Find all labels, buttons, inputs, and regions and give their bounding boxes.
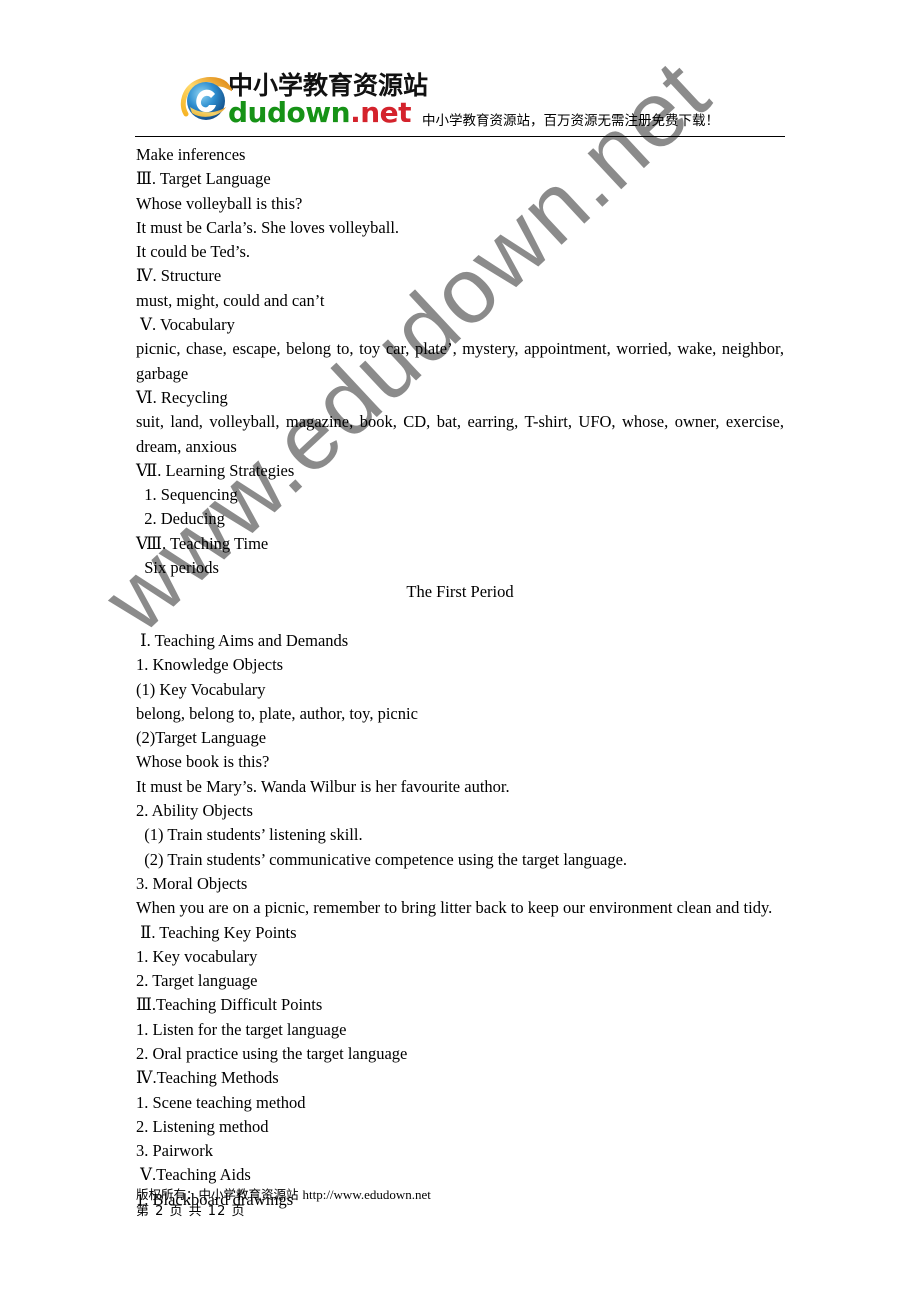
section-heading: The First Period — [406, 582, 514, 602]
text-line: must, might, could and can’t — [136, 290, 325, 310]
document-body: Make inferences Ⅲ. Target Language Whose v… — [136, 143, 784, 1212]
text-line: It must be Carla’s. She loves volleyball… — [136, 217, 400, 237]
text-line: 1. Sequencing — [136, 485, 238, 505]
footer-page-indicator: 第 2 页 共 12 页 — [136, 1204, 246, 1219]
text-line: (1) Train students’ listening skill. — [136, 825, 363, 845]
text-line: Whose book is this? — [136, 752, 270, 772]
text-line: 1. Knowledge Objects — [136, 655, 284, 675]
text-line — [136, 605, 784, 629]
footer-copyright: 版权所有：中小学教育资源站 http://www.edudown.net — [136, 1186, 431, 1203]
header-divider — [135, 136, 785, 137]
logo-wordmark: 中小学教育资源站 dudown. net — [228, 73, 428, 127]
footer-site-url: http://www.edudown.net — [302, 1187, 431, 1202]
text-line: Ⅷ. Teaching Time — [136, 533, 269, 553]
document-page: www.edudown.net 中小学教育资源站 dudown . net 中小… — [0, 0, 920, 1302]
header-tagline: 中小学教育资源站，百万资源无需注册免费下载！ — [422, 113, 719, 129]
text-line: 2. Ability Objects — [136, 801, 253, 821]
text-line: suit, land, volleyball, magazine, book, … — [136, 412, 784, 456]
text-line: 3. Moral Objects — [136, 873, 248, 893]
text-line: 2. Listening method — [136, 1116, 269, 1136]
text-line: Whose volleyball is this? — [136, 193, 303, 213]
text-line: Ⅰ. Teaching Aims and Demands — [136, 630, 349, 650]
logo-chinese-text: 中小学教育资源站 — [228, 71, 429, 100]
text-line: Six periods — [136, 558, 219, 578]
site-logo: 中小学教育资源站 dudown. net — [180, 69, 428, 131]
text-line: (1) Key Vocabulary — [136, 679, 266, 699]
text-line: 3. Pairwork — [136, 1141, 213, 1161]
logo-latin-dot: . — [350, 96, 361, 129]
text-line: 1. Listen for the target language — [136, 1019, 347, 1039]
text-line: picnic, chase, escape, belong to, toy ca… — [136, 339, 784, 383]
text-line: 1. Scene teaching method — [136, 1092, 306, 1112]
text-line: 2. Deducing — [136, 509, 225, 529]
text-line: Ⅲ. Target Language — [136, 169, 271, 189]
text-line: It could be Ted’s. — [136, 242, 251, 262]
text-line: Ⅴ. Vocabulary — [136, 315, 235, 335]
document-footer: 版权所有：中小学教育资源站 http://www.edudown.net 第 2… — [136, 1186, 431, 1220]
text-line: 1. Key vocabulary — [136, 946, 258, 966]
text-line: Make inferences — [136, 145, 246, 164]
text-line: Ⅶ. Learning Strategies — [136, 460, 295, 480]
text-line: When you are on a picnic, remember to br… — [136, 898, 773, 918]
text-line: Ⅲ.Teaching Difficult Points — [136, 995, 323, 1015]
text-line: Ⅴ.Teaching Aids — [136, 1165, 251, 1185]
text-line: Ⅳ. Structure — [136, 266, 222, 286]
text-line: It must be Mary’s. Wanda Wilbur is her f… — [136, 776, 510, 796]
internet-explorer-e-icon — [180, 74, 235, 126]
logo-latin-text: dudown. net — [228, 99, 428, 127]
document-header: 中小学教育资源站 dudown. net 中小学教育资源站，百万资源无需注册免费下… — [135, 62, 785, 138]
text-line: 2. Oral practice using the target langua… — [136, 1043, 408, 1063]
text-line: belong, belong to, plate, author, toy, p… — [136, 703, 418, 723]
logo-latin-suffix: net — [360, 96, 412, 129]
text-line: 2. Target language — [136, 971, 258, 991]
text-line: (2) Train students’ communicative compet… — [136, 849, 628, 869]
text-line: Ⅱ. Teaching Key Points — [136, 922, 297, 942]
text-line: Ⅵ. Recycling — [136, 387, 228, 407]
text-line: (2)Target Language — [136, 728, 267, 748]
logo-latin-prefix: dudown — [228, 96, 351, 129]
text-line: Ⅳ.Teaching Methods — [136, 1068, 279, 1088]
footer-copyright-text: 版权所有：中小学教育资源站 — [136, 1187, 303, 1202]
